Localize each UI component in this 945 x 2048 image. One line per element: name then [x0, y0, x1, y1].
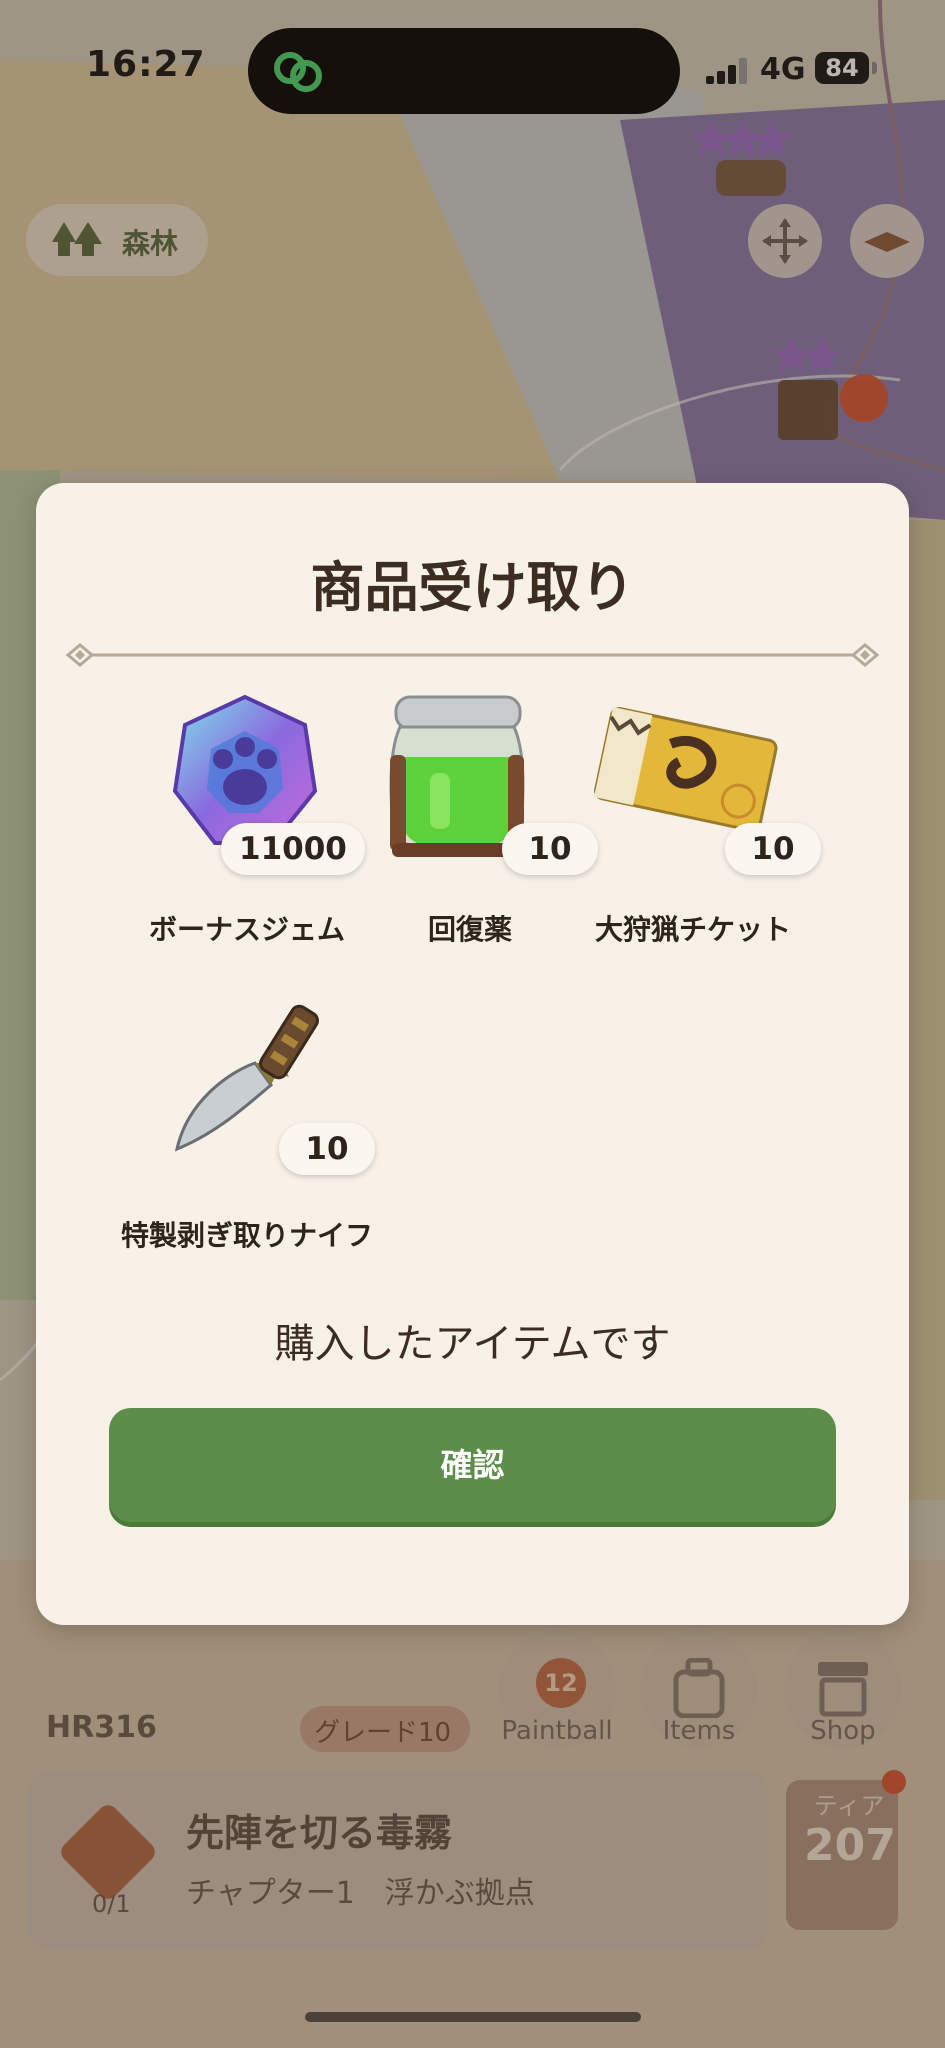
quantity-badge: 10: [279, 1123, 375, 1175]
reward-item: 10 大狩猟チケット: [583, 693, 821, 953]
item-name: 大狩猟チケット: [594, 913, 791, 946]
ornament-divider: [66, 643, 879, 667]
quantity-badge: 10: [725, 823, 821, 875]
home-indicator: [305, 2012, 641, 2022]
reward-item: 11000 ボーナスジェム: [137, 693, 365, 953]
reward-item: 10 特製剥ぎ取りナイフ: [121, 993, 375, 1283]
modal-message: 購入したアイテムです: [274, 1321, 671, 1367]
purchase-received-modal: 商品受け取り 11000 ボーナスジェム 10 回復薬 10 大狩猟チケット 1…: [36, 483, 909, 1625]
confirm-button[interactable]: 確認: [109, 1408, 836, 1522]
item-name: 回復薬: [427, 913, 512, 946]
quantity-badge: 11000: [221, 823, 365, 875]
item-name: ボーナスジェム: [148, 913, 345, 946]
item-name: 特製剥ぎ取りナイフ: [120, 1219, 373, 1252]
modal-title: 商品受け取り: [310, 556, 635, 619]
reward-item: 10 回復薬: [360, 693, 598, 953]
